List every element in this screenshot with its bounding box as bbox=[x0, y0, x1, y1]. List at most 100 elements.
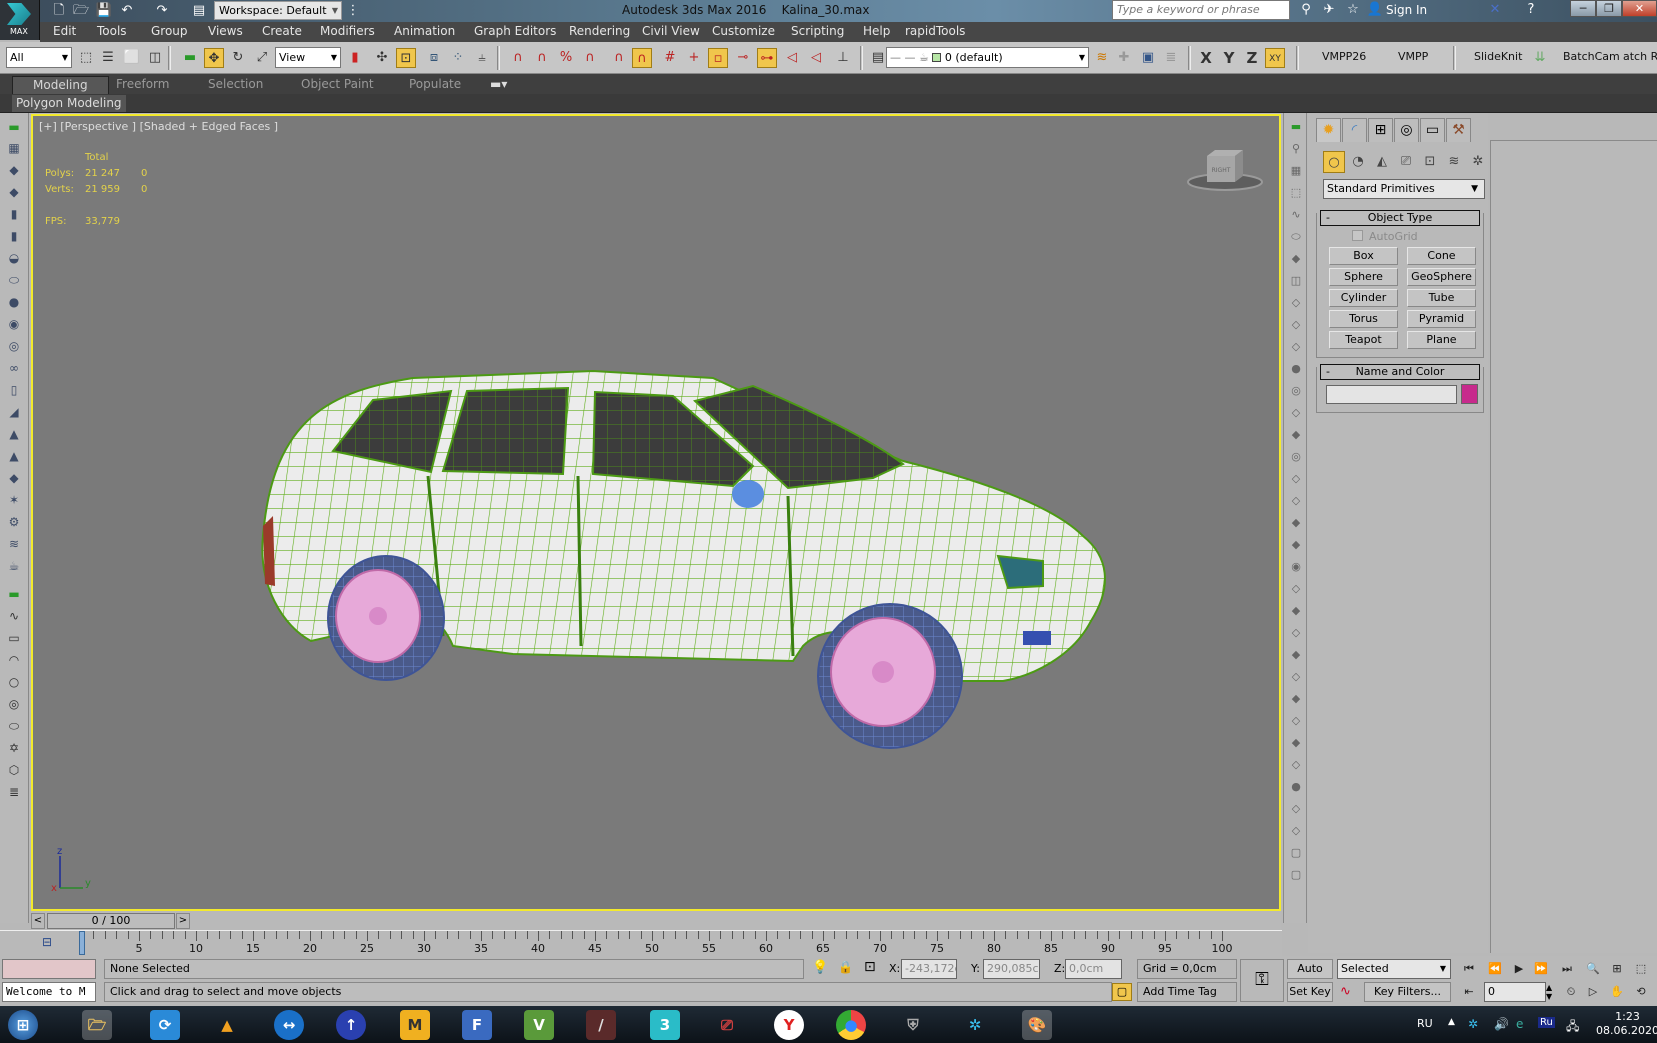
modifier-icon-10[interactable]: ◇ bbox=[1288, 339, 1304, 355]
axis-z-button[interactable]: Z bbox=[1242, 48, 1262, 68]
corel-draw-icon[interactable]: V bbox=[524, 1010, 554, 1040]
track-bar[interactable]: ⊟ 05101520253035404550556065707580859095… bbox=[0, 930, 1282, 956]
modifier-icon-33[interactable]: ▢ bbox=[1288, 845, 1304, 861]
modifier-icon-6[interactable]: ◆ bbox=[1288, 251, 1304, 267]
lights-category-icon[interactable]: ◭ bbox=[1371, 151, 1393, 173]
menu-help[interactable]: Help bbox=[863, 24, 890, 38]
pyramid-primitive-icon[interactable]: ▲ bbox=[5, 426, 23, 442]
modifier-icon-8[interactable]: ◇ bbox=[1288, 295, 1304, 311]
modifier-icon-1[interactable]: ⚲ bbox=[1288, 141, 1304, 157]
select-scale-icon[interactable]: ⤢ bbox=[252, 48, 272, 68]
hierarchy-tab-icon[interactable]: ⊞ bbox=[1368, 118, 1393, 142]
video-editor-icon[interactable]: ⎚ bbox=[712, 1010, 742, 1040]
orbit-icon[interactable]: ⟲ bbox=[1630, 983, 1652, 1001]
display-tab-icon[interactable]: ▭ bbox=[1420, 118, 1445, 142]
modifier-icon-24[interactable]: ◆ bbox=[1288, 647, 1304, 663]
object-name-input[interactable] bbox=[1326, 385, 1457, 404]
paint-icon[interactable]: 🎨 bbox=[1022, 1010, 1052, 1040]
rectangular-selection-icon[interactable]: ⬜ bbox=[122, 48, 142, 68]
line-shape-icon[interactable]: ∿ bbox=[5, 608, 23, 624]
open-file-icon[interactable]: 🗁 bbox=[72, 2, 90, 20]
file-explorer-icon[interactable]: 🗁 bbox=[82, 1010, 112, 1040]
key-mode-dropdown[interactable]: Selected ▼ bbox=[1337, 959, 1451, 979]
current-frame-field[interactable]: 0 bbox=[1484, 982, 1546, 1002]
snap-face-icon[interactable]: ◁ bbox=[806, 48, 826, 68]
help-search-input[interactable]: Type a keyword or phrase bbox=[1112, 0, 1290, 20]
key-filters-button[interactable]: Key Filters... bbox=[1364, 982, 1451, 1002]
modifier-icon-13[interactable]: ◇ bbox=[1288, 405, 1304, 421]
aimp-icon[interactable]: ▲ bbox=[212, 1010, 242, 1040]
menu-edit[interactable]: Edit bbox=[53, 24, 76, 38]
modifier-icon-22[interactable]: ◆ bbox=[1288, 603, 1304, 619]
redo-icon[interactable]: ↷ bbox=[153, 2, 171, 20]
create-layer-icon[interactable]: ≋ bbox=[1092, 48, 1112, 68]
auto-key-button[interactable]: Auto Key bbox=[1287, 959, 1333, 993]
menu-group[interactable]: Group bbox=[151, 24, 188, 38]
absolute-mode-icon[interactable]: ⊡ bbox=[864, 959, 876, 975]
percent-snap-icon[interactable]: % bbox=[556, 48, 576, 68]
modifier-icon-12[interactable]: ◎ bbox=[1288, 383, 1304, 399]
cylinder-button[interactable]: Cylinder bbox=[1329, 289, 1398, 307]
modifier-icon-3[interactable]: ⬚ bbox=[1288, 185, 1304, 201]
menu-rendering[interactable]: Rendering bbox=[569, 24, 630, 38]
vmpp26-button[interactable]: VMPP26 bbox=[1322, 50, 1366, 63]
object-category-dropdown[interactable]: Standard Primitives ▼ bbox=[1323, 179, 1485, 199]
helpers-category-icon[interactable]: ⊡ bbox=[1419, 151, 1441, 173]
modifier-icon-27[interactable]: ◇ bbox=[1288, 713, 1304, 729]
menu-views[interactable]: Views bbox=[208, 24, 243, 38]
arc-shape-icon[interactable]: ◠ bbox=[5, 652, 23, 668]
snap-perpendicular-icon[interactable]: ⊥ bbox=[833, 48, 853, 68]
add-time-tag-button[interactable]: Add Time Tag bbox=[1137, 982, 1237, 1002]
batch-render-button[interactable]: atch R bbox=[1623, 50, 1657, 63]
yandex-browser-icon[interactable]: Y bbox=[774, 1010, 804, 1040]
ellipse-shape-icon[interactable]: ⬭ bbox=[5, 718, 23, 734]
array-icon[interactable]: ⁘ bbox=[448, 48, 468, 68]
create-tab-icon[interactable]: ✹ bbox=[1316, 118, 1341, 142]
modifier-icon-21[interactable]: ◇ bbox=[1288, 581, 1304, 597]
shapes-category-icon[interactable]: ◔ bbox=[1347, 151, 1369, 173]
name-color-header[interactable]: - Name and Color bbox=[1320, 364, 1480, 380]
select-move-icon[interactable]: ✥ bbox=[204, 48, 224, 68]
window-crossing-icon[interactable]: ◫ bbox=[145, 48, 165, 68]
ribbon-tab-object-paint[interactable]: Object Paint bbox=[291, 76, 384, 94]
x-coordinate-field[interactable]: -243,172cm bbox=[901, 959, 957, 979]
help-icon[interactable]: ? bbox=[1522, 2, 1540, 17]
quick-access-customize-icon[interactable]: ⋮ bbox=[344, 2, 362, 20]
modifier-icon-26[interactable]: ◆ bbox=[1288, 691, 1304, 707]
chamfer-box-icon[interactable]: ◆ bbox=[5, 184, 23, 200]
language-indicator[interactable]: RU bbox=[1417, 1017, 1433, 1030]
sync-app-icon[interactable]: ⟳ bbox=[150, 1010, 180, 1040]
zoom-extents-icon[interactable]: ⬚ bbox=[1630, 960, 1652, 978]
m-app-icon[interactable]: M bbox=[400, 1010, 430, 1040]
snap-midpoint-icon[interactable]: ⊶ bbox=[757, 48, 777, 68]
security-app-icon[interactable]: ⛨ bbox=[898, 1010, 928, 1040]
ribbon-tab-freeform[interactable]: Freeform bbox=[106, 76, 179, 94]
modifier-icon-30[interactable]: ● bbox=[1288, 779, 1304, 795]
manipulate-icon[interactable]: ✣ bbox=[372, 48, 392, 68]
spring-icon[interactable]: ≋ bbox=[5, 536, 23, 552]
close-button[interactable]: ✕ bbox=[1622, 0, 1657, 17]
ribbon-tab-selection[interactable]: Selection bbox=[198, 76, 273, 94]
wedge-icon[interactable]: ◢ bbox=[5, 404, 23, 420]
chevrons-down-icon[interactable]: ⇊ bbox=[1530, 48, 1550, 68]
mirror-icon[interactable]: ⧈ bbox=[424, 48, 444, 68]
layer-manager-icon[interactable]: ▤ bbox=[868, 48, 888, 68]
tube-button[interactable]: Tube bbox=[1407, 289, 1476, 307]
utilities-tab-icon[interactable]: ⚒ bbox=[1446, 118, 1471, 142]
previous-frame-arrow[interactable]: < bbox=[31, 913, 45, 929]
modifier-icon-16[interactable]: ◇ bbox=[1288, 471, 1304, 487]
modifier-icon-11[interactable]: ● bbox=[1288, 361, 1304, 377]
rectangle-shape-icon[interactable]: ▭ bbox=[5, 630, 23, 646]
space-warps-category-icon[interactable]: ≋ bbox=[1443, 151, 1465, 173]
user-icon[interactable]: 👤 bbox=[1366, 2, 1384, 17]
align-icon[interactable]: ⫨ bbox=[472, 48, 492, 68]
angle-snap-icon[interactable]: ∩ bbox=[532, 48, 552, 68]
pivot-center-icon[interactable]: ▮ bbox=[345, 48, 365, 68]
uploader-icon[interactable]: ↑ bbox=[336, 1010, 366, 1040]
menu-tools[interactable]: Tools bbox=[97, 24, 127, 38]
modifier-icon-20[interactable]: ◉ bbox=[1288, 559, 1304, 575]
modifier-icon-28[interactable]: ◆ bbox=[1288, 735, 1304, 751]
hedra-icon[interactable]: ✶ bbox=[5, 492, 23, 508]
binoculars-icon[interactable]: ⚲ bbox=[1297, 2, 1315, 17]
batchcam-button[interactable]: BatchCam bbox=[1563, 50, 1620, 63]
